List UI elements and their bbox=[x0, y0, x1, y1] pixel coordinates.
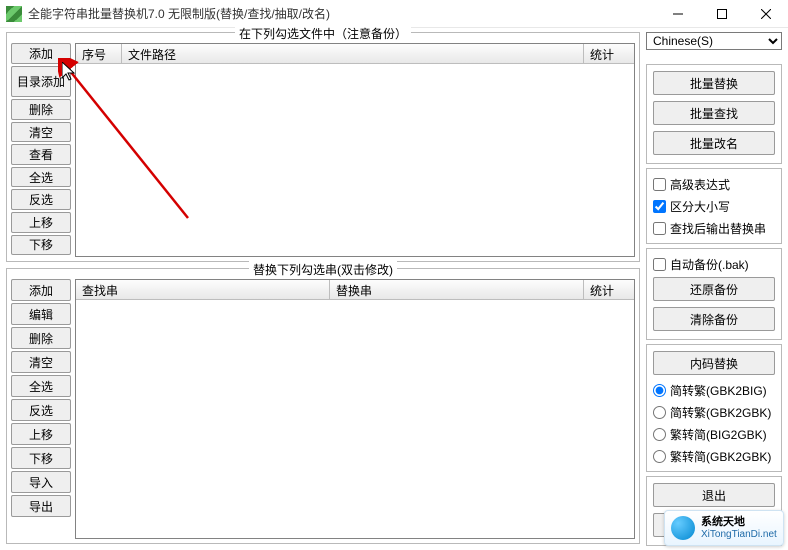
string-edit-button[interactable]: 编辑 bbox=[11, 303, 71, 325]
watermark-line2: XiTongTianDi.net bbox=[701, 529, 777, 540]
exit-button[interactable]: 退出 bbox=[653, 483, 775, 507]
string-list-legend: 替换下列勾选串(双击修改) bbox=[249, 261, 397, 278]
string-move-up-button[interactable]: 上移 bbox=[11, 423, 71, 445]
file-col-index[interactable]: 序号 bbox=[76, 44, 122, 64]
string-grid-body[interactable] bbox=[76, 300, 634, 538]
batch-rename-button[interactable]: 批量改名 bbox=[653, 131, 775, 155]
enc-gbk2big-radio[interactable]: 简转繁(GBK2BIG) bbox=[653, 381, 775, 399]
enc-big2gbk-label: 繁转简(BIG2GBK) bbox=[670, 426, 767, 443]
file-list-group: 在下列勾选文件中（注意备份） 添加 目录添加 删除 清空 查看 全选 反选 上移… bbox=[6, 32, 640, 262]
file-grid[interactable]: 序号 文件路径 统计 bbox=[75, 43, 635, 257]
string-grid-header: 查找串 替换串 统计 bbox=[76, 280, 634, 300]
batch-replace-button[interactable]: 批量替换 bbox=[653, 71, 775, 95]
string-move-down-button[interactable]: 下移 bbox=[11, 447, 71, 469]
close-button[interactable] bbox=[744, 0, 788, 28]
file-col-path[interactable]: 文件路径 bbox=[122, 44, 584, 64]
app-icon bbox=[6, 6, 22, 22]
options-group: 高级表达式 区分大小写 查找后输出替换串 bbox=[646, 168, 782, 244]
restore-backup-button[interactable]: 还原备份 bbox=[653, 277, 775, 301]
file-col-stats[interactable]: 统计 bbox=[584, 44, 634, 64]
enc-gbk2gbk-input[interactable] bbox=[653, 406, 666, 419]
file-grid-header: 序号 文件路径 统计 bbox=[76, 44, 634, 64]
file-invert-button[interactable]: 反选 bbox=[11, 189, 71, 210]
watermark-icon bbox=[671, 516, 695, 540]
batch-actions-group: 批量替换 批量查找 批量改名 bbox=[646, 64, 782, 164]
encoding-group: 内码替换 简转繁(GBK2BIG) 简转繁(GBK2GBK) 繁转简(BIG2G… bbox=[646, 344, 782, 472]
enc-gbk2gbk-label: 简转繁(GBK2GBK) bbox=[670, 404, 771, 421]
adv-regex-checkbox[interactable]: 高级表达式 bbox=[653, 175, 775, 193]
language-select[interactable]: Chinese(S) bbox=[646, 32, 782, 50]
enc-gbk2big-label: 简转繁(GBK2BIG) bbox=[670, 382, 767, 399]
auto-backup-checkbox[interactable]: 自动备份(.bak) bbox=[653, 255, 775, 273]
output-after-search-input[interactable] bbox=[653, 222, 666, 235]
file-add-dir-button[interactable]: 目录添加 bbox=[11, 66, 71, 98]
case-sensitive-label: 区分大小写 bbox=[670, 198, 730, 215]
enc-big2gbk-radio[interactable]: 繁转简(BIG2GBK) bbox=[653, 425, 775, 443]
file-grid-body[interactable] bbox=[76, 64, 634, 256]
output-after-search-label: 查找后输出替换串 bbox=[670, 220, 766, 237]
output-after-search-checkbox[interactable]: 查找后输出替换串 bbox=[653, 219, 775, 237]
string-select-all-button[interactable]: 全选 bbox=[11, 375, 71, 397]
watermark-badge: 系统天地 XiTongTianDi.net bbox=[664, 510, 784, 546]
enc-gbk2big-input[interactable] bbox=[653, 384, 666, 397]
file-move-down-button[interactable]: 下移 bbox=[11, 235, 71, 256]
titlebar: 全能字符串批量替换机7.0 无限制版(替换/查找/抽取/改名) bbox=[0, 0, 788, 28]
string-delete-button[interactable]: 删除 bbox=[11, 327, 71, 349]
string-col-stats[interactable]: 统计 bbox=[584, 280, 634, 300]
auto-backup-label: 自动备份(.bak) bbox=[670, 256, 749, 273]
enc-gbk2gbk2-radio[interactable]: 繁转简(GBK2GBK) bbox=[653, 447, 775, 465]
backup-group: 自动备份(.bak) 还原备份 清除备份 bbox=[646, 248, 782, 340]
string-add-button[interactable]: 添加 bbox=[11, 279, 71, 301]
string-export-button[interactable]: 导出 bbox=[11, 495, 71, 517]
file-clear-button[interactable]: 清空 bbox=[11, 122, 71, 143]
case-sensitive-input[interactable] bbox=[653, 200, 666, 213]
file-list-legend: 在下列勾选文件中（注意备份） bbox=[235, 25, 411, 42]
enc-gbk2gbk-radio[interactable]: 简转繁(GBK2GBK) bbox=[653, 403, 775, 421]
file-move-up-button[interactable]: 上移 bbox=[11, 212, 71, 233]
string-grid[interactable]: 查找串 替换串 统计 bbox=[75, 279, 635, 539]
window-title: 全能字符串批量替换机7.0 无限制版(替换/查找/抽取/改名) bbox=[28, 5, 656, 22]
file-button-stack: 添加 目录添加 删除 清空 查看 全选 反选 上移 下移 bbox=[11, 43, 71, 257]
file-select-all-button[interactable]: 全选 bbox=[11, 167, 71, 188]
window-controls bbox=[656, 0, 788, 27]
file-add-button[interactable]: 添加 bbox=[11, 43, 71, 64]
enc-gbk2gbk2-label: 繁转简(GBK2GBK) bbox=[670, 448, 771, 465]
adv-regex-label: 高级表达式 bbox=[670, 176, 730, 193]
auto-backup-input[interactable] bbox=[653, 258, 666, 271]
string-col-replace[interactable]: 替换串 bbox=[330, 280, 584, 300]
string-col-search[interactable]: 查找串 bbox=[76, 280, 330, 300]
string-button-stack: 添加 编辑 删除 清空 全选 反选 上移 下移 导入 导出 bbox=[11, 279, 71, 539]
string-list-group: 替换下列勾选串(双击修改) 添加 编辑 删除 清空 全选 反选 上移 下移 导入… bbox=[6, 268, 640, 544]
case-sensitive-checkbox[interactable]: 区分大小写 bbox=[653, 197, 775, 215]
enc-gbk2gbk2-input[interactable] bbox=[653, 450, 666, 463]
adv-regex-input[interactable] bbox=[653, 178, 666, 191]
enc-big2gbk-input[interactable] bbox=[653, 428, 666, 441]
file-view-button[interactable]: 查看 bbox=[11, 144, 71, 165]
minimize-button[interactable] bbox=[656, 0, 700, 28]
file-delete-button[interactable]: 删除 bbox=[11, 99, 71, 120]
string-import-button[interactable]: 导入 bbox=[11, 471, 71, 493]
maximize-button[interactable] bbox=[700, 0, 744, 28]
string-invert-button[interactable]: 反选 bbox=[11, 399, 71, 421]
string-clear-button[interactable]: 清空 bbox=[11, 351, 71, 373]
clear-backup-button[interactable]: 清除备份 bbox=[653, 307, 775, 331]
encoding-replace-button[interactable]: 内码替换 bbox=[653, 351, 775, 375]
batch-search-button[interactable]: 批量查找 bbox=[653, 101, 775, 125]
side-panel: Chinese(S) 批量替换 批量查找 批量改名 高级表达式 区分大小写 查找… bbox=[646, 32, 782, 544]
watermark-line1: 系统天地 bbox=[701, 516, 777, 528]
